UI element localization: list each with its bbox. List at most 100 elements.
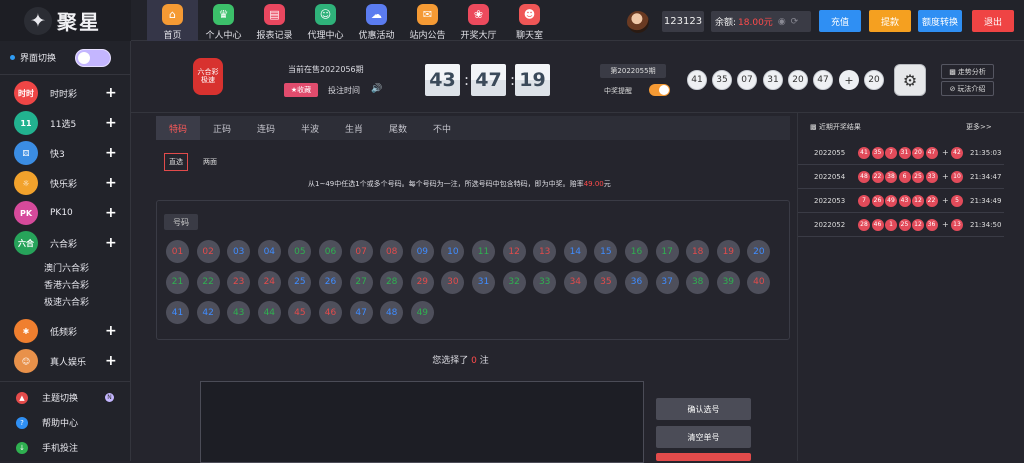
number-ball[interactable]: 04 <box>257 240 281 263</box>
brand-logo[interactable]: ✦ 聚星 <box>0 0 131 41</box>
sidebar-subitem[interactable]: 极速六合彩 <box>0 293 130 310</box>
number-ball[interactable]: 46 <box>319 301 342 324</box>
number-ball[interactable]: 34 <box>563 270 587 294</box>
sidebar-util-help[interactable]: ? 帮助中心 <box>0 410 130 435</box>
submit-button[interactable] <box>656 453 751 461</box>
number-ball[interactable]: 14 <box>563 240 587 263</box>
sidebar-item-pk10[interactable]: PK PK10 + <box>0 198 130 228</box>
plus-icon[interactable]: + <box>105 145 117 161</box>
tab-1[interactable]: 正码 <box>200 116 244 140</box>
number-ball[interactable]: 01 <box>166 240 189 263</box>
sidebar-item-k3[interactable]: ⚄ 快3 + <box>0 138 130 168</box>
withdraw-button[interactable]: 提款 <box>869 10 911 32</box>
nav-label: 优惠活动 <box>358 31 395 41</box>
number-ball[interactable]: 26 <box>319 270 342 294</box>
sidebar-item-dpc[interactable]: ✱ 低频彩 + <box>0 316 130 346</box>
nav-item-6[interactable]: ❀ 开奖大厅 <box>453 0 504 41</box>
plus-icon[interactable]: + <box>105 205 117 221</box>
tab-0[interactable]: 特码 <box>156 116 200 140</box>
more-link[interactable]: 更多>> <box>966 122 992 132</box>
sidebar-item-ssc[interactable]: 时时 时时彩 + <box>0 78 130 108</box>
logout-button[interactable]: 退出 <box>972 10 1014 32</box>
nav-item-4[interactable]: ☁ 优惠活动 <box>351 0 402 41</box>
refresh-icon[interactable]: ⟳ <box>791 17 799 27</box>
plus-icon[interactable]: + <box>105 175 117 191</box>
number-ball[interactable]: 28 <box>380 270 404 294</box>
plus-icon[interactable]: + <box>105 235 117 251</box>
sidebar-item-11x5[interactable]: 11 11选5 + <box>0 108 130 138</box>
number-ball[interactable]: 30 <box>441 270 465 294</box>
tab-2[interactable]: 连码 <box>244 116 288 140</box>
number-ball[interactable]: 12 <box>502 240 526 263</box>
number-ball[interactable]: 16 <box>625 240 648 263</box>
tab-5[interactable]: 尾数 <box>376 116 420 140</box>
subtab-direct[interactable]: 直选 <box>164 153 188 171</box>
recent-ball: 6 <box>898 170 911 183</box>
reel-icon[interactable]: ⚙ <box>894 64 926 96</box>
sidebar-util-theme[interactable]: ▲ 主题切换 N <box>0 385 130 410</box>
confirm-button[interactable]: 确认选号 <box>656 398 751 420</box>
nav-item-5[interactable]: ✉ 站内公告 <box>402 0 453 41</box>
plus-icon[interactable]: + <box>105 115 117 131</box>
number-ball[interactable]: 11 <box>472 240 495 263</box>
eye-icon[interactable]: ◉ <box>778 17 786 27</box>
sidebar-subitem[interactable]: 澳门六合彩 <box>0 259 130 276</box>
number-ball[interactable]: 32 <box>502 270 526 294</box>
rules-link[interactable]: ⊘ 玩法介绍 <box>941 81 994 96</box>
number-ball[interactable]: 31 <box>472 270 495 294</box>
nav-item-1[interactable]: ♛ 个人中心 <box>198 0 249 41</box>
number-ball[interactable]: 47 <box>349 301 373 324</box>
number-ball[interactable]: 38 <box>686 270 710 294</box>
number-ball[interactable]: 19 <box>716 240 740 263</box>
collect-button[interactable]: ★收藏 <box>284 83 318 97</box>
number-ball[interactable]: 40 <box>747 270 771 294</box>
number-ball[interactable]: 24 <box>257 270 281 294</box>
tab-4[interactable]: 生肖 <box>332 116 376 140</box>
number-ball[interactable]: 25 <box>288 270 312 294</box>
bet-textarea[interactable] <box>200 381 644 463</box>
number-ball[interactable]: 49 <box>410 301 434 324</box>
number-ball[interactable]: 02 <box>196 240 220 263</box>
number-ball[interactable]: 17 <box>655 240 679 263</box>
sidebar-item-klc[interactable]: ☼ 快乐彩 + <box>0 168 130 198</box>
number-ball[interactable]: 41 <box>166 301 189 324</box>
clear-button[interactable]: 清空单号 <box>656 426 751 448</box>
transfer-button[interactable]: 额度转换 <box>918 10 962 32</box>
number-ball[interactable]: 44 <box>257 301 281 324</box>
selected-number: 0 <box>471 356 477 366</box>
number-ball[interactable]: 42 <box>196 301 220 324</box>
win-alert-toggle[interactable] <box>649 84 670 96</box>
speaker-icon[interactable]: 🔊 <box>371 84 382 94</box>
plus-icon[interactable]: + <box>105 353 117 369</box>
number-ball[interactable]: 36 <box>625 270 648 294</box>
number-ball[interactable]: 37 <box>655 270 679 294</box>
plus-icon[interactable]: + <box>105 85 117 101</box>
number-ball[interactable]: 21 <box>166 270 189 294</box>
avatar[interactable] <box>627 11 649 33</box>
nav-item-2[interactable]: ▤ 报表记录 <box>249 0 300 41</box>
number-ball[interactable]: 35 <box>594 270 618 294</box>
number-ball[interactable]: 33 <box>533 270 557 294</box>
tab-6[interactable]: 不中 <box>420 116 464 140</box>
number-ball[interactable]: 29 <box>410 270 434 294</box>
sidebar-subitem[interactable]: 香港六合彩 <box>0 276 130 293</box>
number-ball[interactable]: 07 <box>349 240 373 263</box>
tab-3[interactable]: 半波 <box>288 116 332 140</box>
number-ball[interactable]: 27 <box>349 270 373 294</box>
ui-switch-toggle[interactable] <box>75 48 112 67</box>
number-ball[interactable]: 39 <box>716 270 740 294</box>
number-ball[interactable]: 22 <box>196 270 220 294</box>
sidebar-util-mobile[interactable]: ↓ 手机投注 <box>0 435 130 460</box>
deposit-button[interactable]: 充值 <box>819 10 861 32</box>
plus-icon[interactable]: + <box>105 323 117 339</box>
nav-item-3[interactable]: ☺ 代理中心 <box>300 0 351 41</box>
number-ball[interactable]: 06 <box>319 240 342 263</box>
sidebar-item-live[interactable]: ☺ 真人娱乐 + <box>0 346 130 376</box>
nav-item-0[interactable]: ⌂ 首页 <box>147 0 198 41</box>
sidebar-item-lhc[interactable]: 六合 六合彩 + <box>0 228 130 258</box>
trend-link[interactable]: ▩ 走势分析 <box>941 64 994 79</box>
subtab-both-sides[interactable]: 两面 <box>198 153 222 171</box>
number-ball[interactable]: 23 <box>227 270 251 294</box>
number-ball[interactable]: 09 <box>410 240 434 263</box>
nav-item-7[interactable]: ☻ 聊天室 <box>504 0 555 41</box>
